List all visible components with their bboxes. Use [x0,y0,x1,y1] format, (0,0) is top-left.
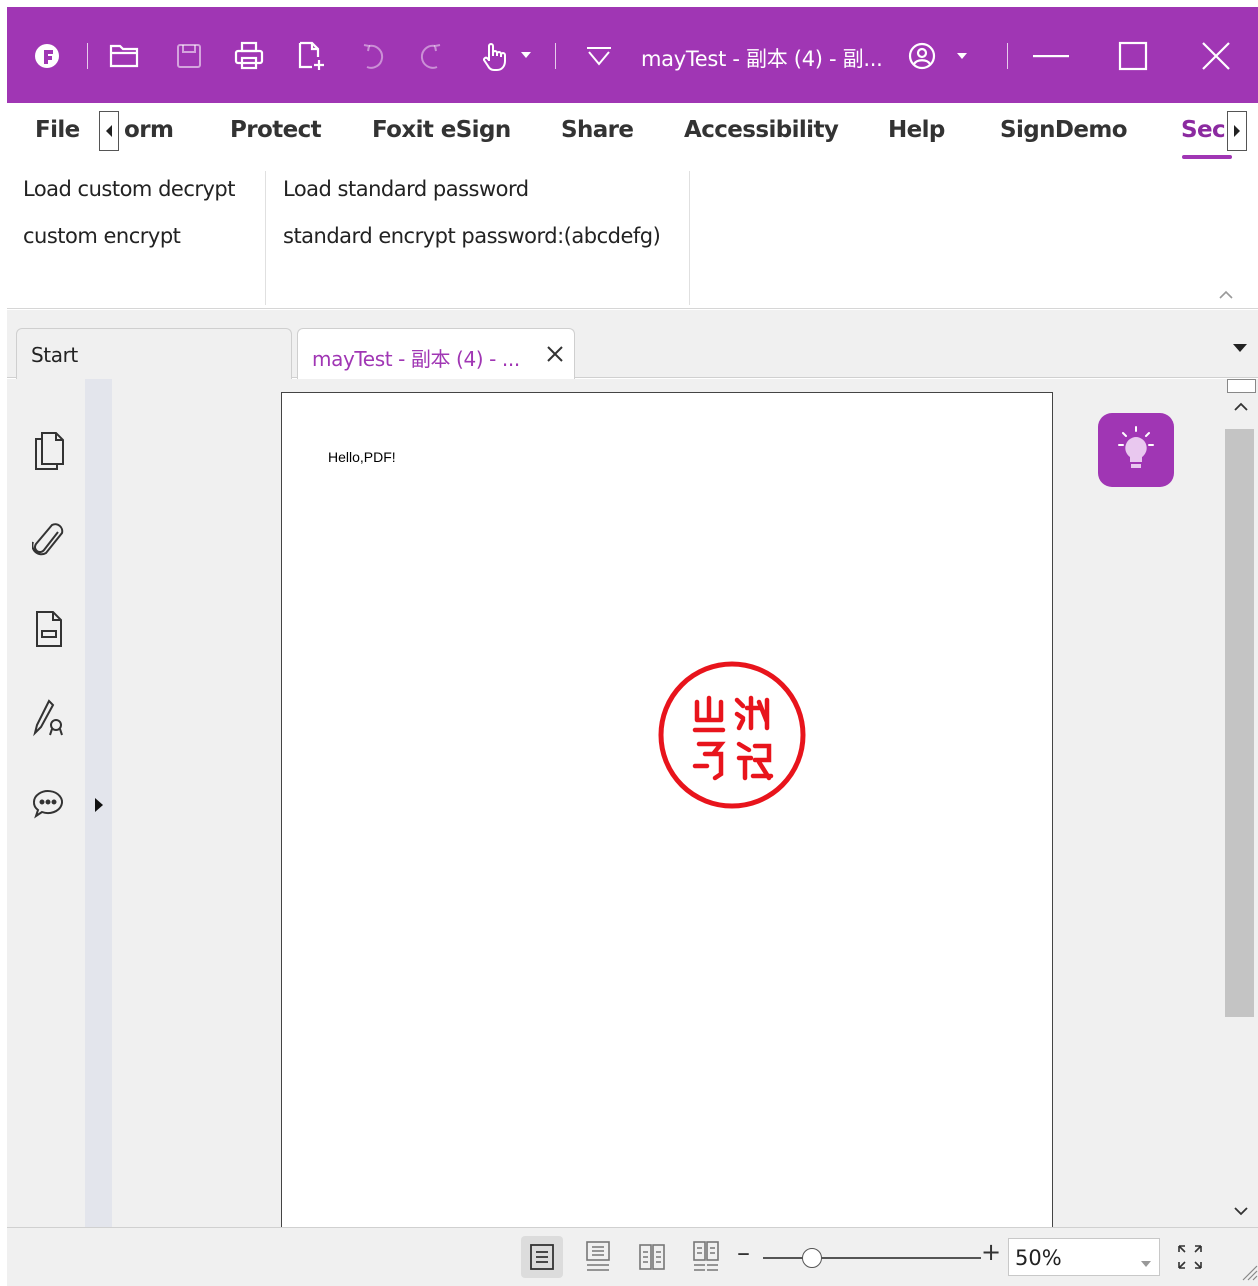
undo-icon[interactable] [352,37,392,75]
foxit-logo-icon[interactable] [27,37,67,75]
signature-icon[interactable] [29,695,69,739]
ribbon-tabs: File orm Protect Foxit eSign Share Acces… [7,103,1258,163]
zoom-in-button[interactable]: + [981,1238,1001,1266]
facing-page-icon[interactable] [631,1236,673,1278]
continuous-facing-icon[interactable] [685,1236,727,1278]
tab-form[interactable]: orm [124,117,174,143]
ribbon-panel: Load custom decrypt custom encrypt Load … [7,163,1258,309]
tab-accessibility[interactable]: Accessibility [684,117,839,143]
tabs-dropdown-icon[interactable] [1232,340,1248,358]
tab-security[interactable]: Sec [1181,117,1226,143]
resize-grip-icon[interactable] [1238,1261,1258,1286]
tab-protect[interactable]: Protect [230,117,322,143]
pdf-page[interactable]: Hello,PDF! [281,392,1053,1227]
save-icon[interactable] [169,37,209,75]
tab-document-label: mayTest - 副本 (4) - ... [312,347,520,371]
tab-foxit-esign[interactable]: Foxit eSign [372,117,511,143]
attachment-icon[interactable] [29,519,69,563]
load-custom-decrypt-button[interactable]: Load custom decrypt [23,177,235,201]
expand-nav-icon[interactable] [93,797,105,818]
minimize-icon[interactable] [1025,37,1077,75]
zoom-level-value: 50% [1015,1246,1062,1270]
collapse-ribbon-icon[interactable] [1218,287,1234,305]
tab-signdemo[interactable]: SignDemo [1000,117,1128,143]
fullscreen-icon[interactable] [1175,1242,1205,1277]
tab-start-label: Start [31,343,78,367]
zoom-level-field[interactable]: 50% [1008,1238,1160,1276]
tab-share[interactable]: Share [561,117,634,143]
hand-tool-icon[interactable] [479,37,541,75]
document-canvas[interactable]: Hello,PDF! [112,379,1225,1227]
seal-stamp-image [655,658,809,812]
load-standard-password-button[interactable]: Load standard password [283,177,529,201]
maximize-icon[interactable] [1107,37,1159,75]
navigation-pane [7,379,85,1227]
tips-lightbulb-button[interactable] [1098,413,1174,487]
scrollbar-thumb[interactable] [1225,429,1254,1017]
continuous-page-icon[interactable] [577,1236,619,1278]
scroll-up-icon[interactable] [1234,399,1248,417]
tab-help[interactable]: Help [888,117,945,143]
zoom-out-button[interactable]: – [737,1238,750,1268]
layers-icon[interactable] [29,607,69,651]
status-bar: – + 50% [7,1227,1258,1286]
close-tab-icon[interactable] [544,343,566,365]
vertical-scrollbar[interactable] [1225,379,1258,1227]
pages-icon[interactable] [29,429,69,473]
ribbon-scroll-right-button[interactable] [1227,111,1247,151]
standard-encrypt-password-button[interactable]: standard encrypt password:(abcdefg) [283,224,661,248]
open-folder-icon[interactable] [105,37,145,75]
scrollbar-split-handle[interactable] [1227,379,1256,393]
custom-encrypt-button[interactable]: custom encrypt [23,224,181,248]
group-divider [689,171,690,305]
scroll-down-icon[interactable] [1234,1203,1248,1221]
print-icon[interactable] [229,37,269,75]
active-tab-indicator [1182,155,1232,159]
zoom-dropdown-icon[interactable] [1141,1254,1151,1272]
tab-file[interactable]: File [35,117,80,143]
document-tabs: Start mayTest - 副本 (4) - ... [7,310,1258,380]
page-text: Hello,PDF! [328,449,396,465]
ribbon-scroll-left-button[interactable] [99,111,119,151]
window-title: mayTest - 副本 (4) - 副... [641,47,883,71]
account-icon[interactable] [905,37,969,75]
single-page-icon[interactable] [521,1236,563,1278]
group-divider [265,171,266,305]
customize-icon[interactable] [579,37,619,75]
app-window: mayTest - 副本 (4) - 副... File orm Protect… [7,7,1258,1286]
zoom-slider[interactable] [763,1257,981,1259]
comments-icon[interactable] [29,781,69,825]
close-icon[interactable] [1190,37,1242,75]
new-doc-icon[interactable] [291,37,331,75]
tab-document[interactable]: mayTest - 副本 (4) - ... [297,328,575,380]
zoom-slider-knob[interactable] [802,1248,822,1268]
redo-icon[interactable] [412,37,452,75]
tab-start[interactable]: Start [16,328,292,380]
title-bar: mayTest - 副本 (4) - 副... [7,7,1258,103]
